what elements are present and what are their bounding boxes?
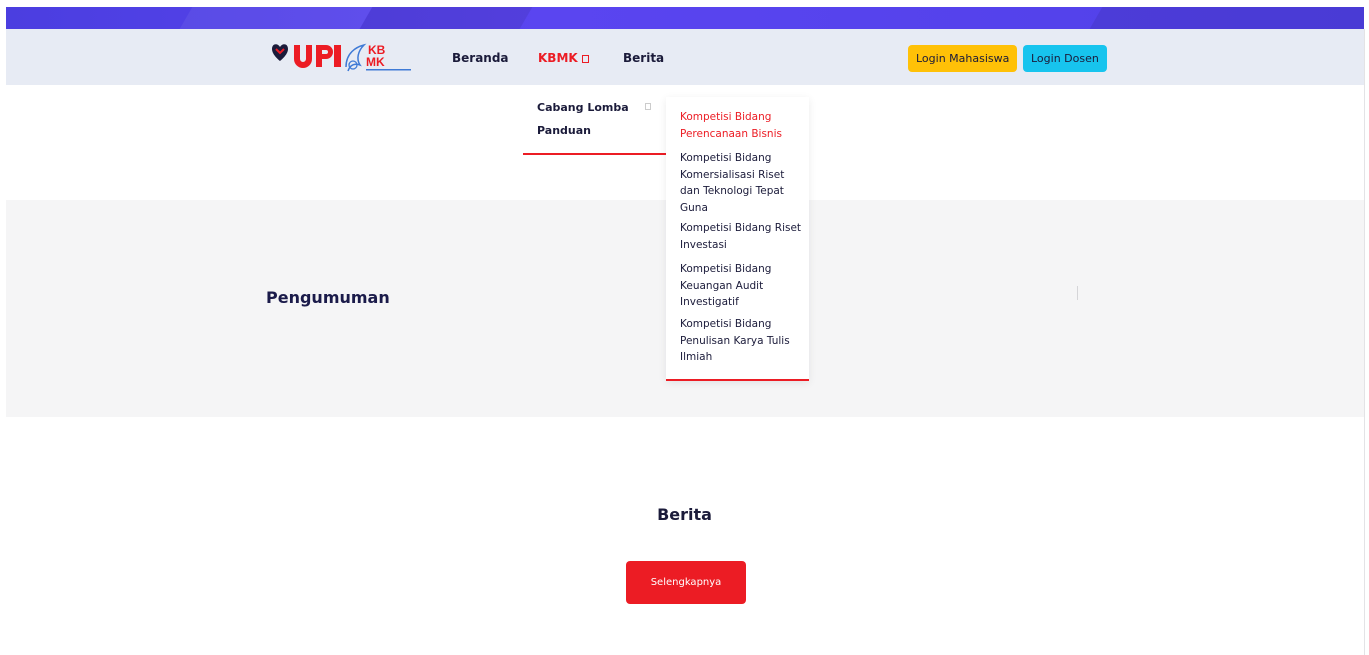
nav-link-kbmk-label: KBMK	[538, 51, 578, 65]
login-mahasiswa-button[interactable]: Login Mahasiswa	[908, 45, 1018, 72]
cabang-lomba-submenu: Kompetisi Bidang Perencanaan Bisnis Komp…	[666, 97, 809, 381]
upi-emblem-icon	[272, 44, 288, 61]
upi-letters	[294, 45, 341, 68]
announcement-title: Pengumuman	[266, 288, 390, 307]
upi-kbmk-logo[interactable]: KB MK	[268, 39, 413, 75]
banner-stripe	[1089, 7, 1364, 29]
submenu-item-karya-tulis-ilmiah[interactable]: Kompetisi Bidang Penulisan Karya Tulis I…	[680, 316, 802, 366]
selengkapnya-button[interactable]: Selengkapnya	[626, 561, 746, 604]
banner-stripe	[179, 7, 373, 29]
submenu-item-keuangan-audit[interactable]: Kompetisi Bidang Keuangan Audit Investig…	[680, 261, 802, 311]
nav-link-beranda[interactable]: Beranda	[452, 51, 509, 65]
kbmk-dropdown-menu: Cabang Lomba Panduan	[523, 93, 666, 155]
submenu-item-perencanaan-bisnis[interactable]: Kompetisi Bidang Perencanaan Bisnis	[680, 109, 802, 142]
submenu-item-riset-investasi[interactable]: Kompetisi Bidang Riset Investasi	[680, 220, 802, 253]
top-banner-strip	[6, 7, 1364, 29]
nav-link-berita[interactable]: Berita	[623, 51, 664, 65]
submenu-item-komersialisasi-riset[interactable]: Kompetisi Bidang Komersialisasi Riset da…	[680, 150, 802, 216]
navbar: KB MK Beranda KBMK Berita Login Mahasisw…	[6, 29, 1364, 85]
divider	[1077, 286, 1078, 300]
scrollbar-track[interactable]	[1364, 29, 1365, 655]
nav-link-kbmk[interactable]: KBMK	[538, 51, 589, 65]
news-title: Berita	[657, 505, 712, 524]
chevron-down-icon	[581, 55, 589, 63]
dropdown-item-panduan[interactable]: Panduan	[537, 124, 591, 137]
dropdown-item-cabang-lomba[interactable]: Cabang Lomba	[537, 101, 629, 114]
chevron-right-icon	[645, 103, 651, 110]
banner-stripe	[359, 7, 533, 29]
login-dosen-button[interactable]: Login Dosen	[1023, 45, 1107, 72]
svg-text:MK: MK	[366, 55, 385, 69]
